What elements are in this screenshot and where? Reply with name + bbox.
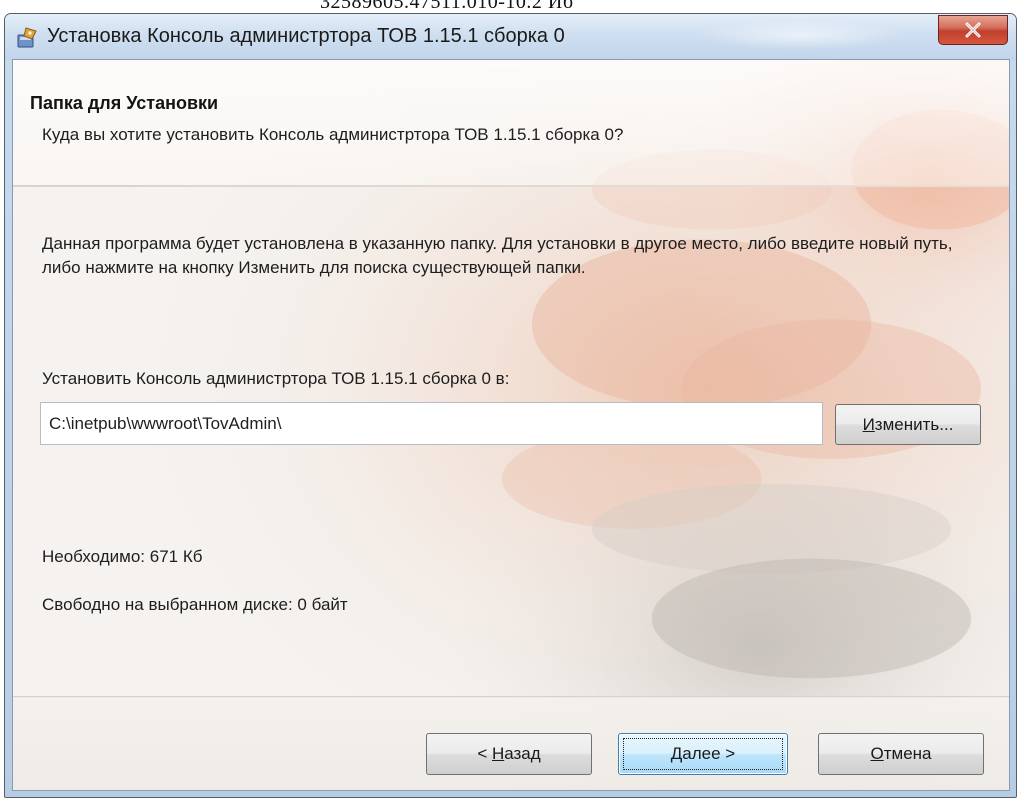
next-button[interactable]: Далее >: [618, 733, 788, 775]
installer-icon: [15, 26, 39, 50]
required-space-text: Необходимо: 671 Кб: [42, 547, 203, 566]
back-button-accel: Н: [491, 744, 505, 763]
header-divider: [13, 185, 1009, 187]
back-button-label: азад: [504, 744, 541, 763]
header-band: [13, 60, 1009, 185]
page-subtitle: Куда вы хотите установить Консоль админи…: [42, 125, 624, 144]
document-caption: 32589605.47511.010-10.2 Иб: [0, 0, 1022, 12]
cancel-button-label: тмена: [883, 744, 932, 763]
install-path-label: Установить Консоль администртора ТОВ 1.1…: [42, 369, 510, 388]
cancel-button-accel: О: [870, 744, 884, 763]
page-title: Папка для Установки: [30, 93, 219, 113]
back-button-prefix: <: [477, 744, 492, 763]
window-title: Установка Консоль администртора ТОВ 1.15…: [47, 25, 565, 47]
close-button[interactable]: [938, 15, 1008, 45]
install-path-input[interactable]: [40, 402, 823, 445]
description-text: Данная программа будет установлена в ука…: [42, 234, 953, 277]
change-button[interactable]: Изменить...: [835, 404, 981, 445]
focus-rectangle: [623, 738, 783, 770]
change-button-accel: И: [862, 414, 875, 434]
close-icon: [965, 22, 981, 38]
back-button[interactable]: < Назад: [426, 733, 592, 775]
change-button-label: зменить...: [874, 414, 954, 434]
installer-client-area: Папка для Установки Куда вы хотите устан…: [12, 59, 1010, 791]
title-bar[interactable]: Установка Консоль администртора ТОВ 1.15…: [5, 14, 1016, 60]
cancel-button[interactable]: Отмена: [818, 733, 984, 775]
installer-window: Установка Консоль администртора ТОВ 1.15…: [4, 13, 1017, 798]
free-space-text: Свободно на выбранном диске: 0 байт: [42, 595, 348, 614]
document-caption-text: 32589605.47511.010-10.2 Иб: [320, 0, 574, 12]
